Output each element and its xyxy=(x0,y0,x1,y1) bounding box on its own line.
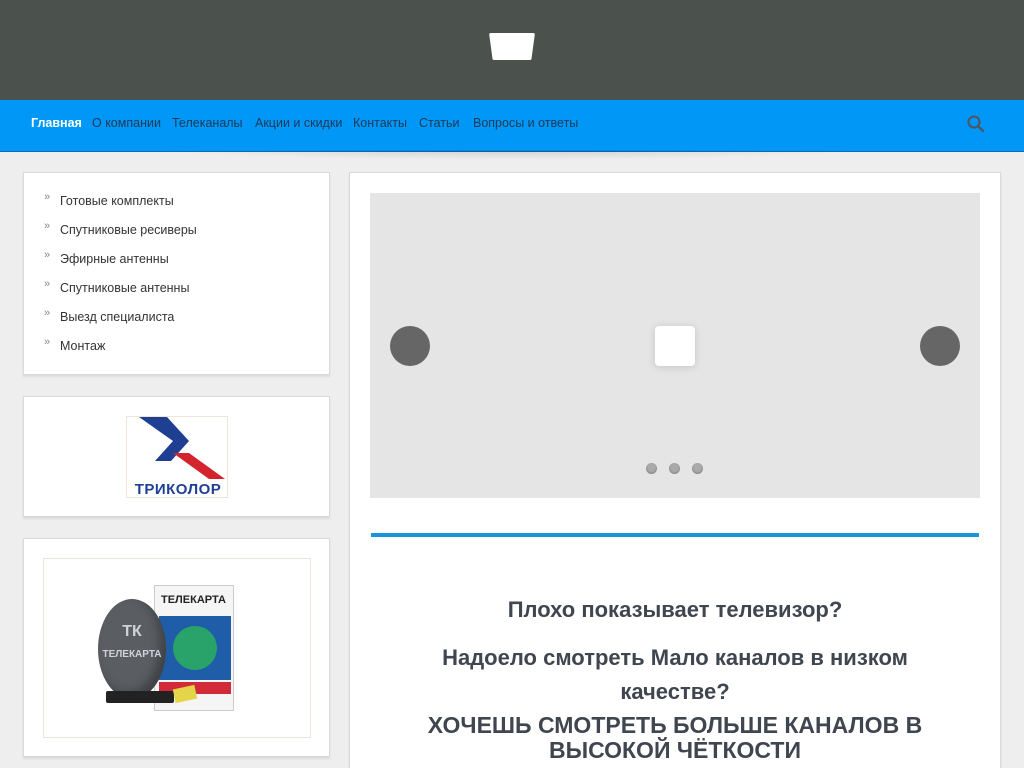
chevron-right-icon: » xyxy=(44,191,51,203)
content-heading-2: Надоело смотреть Мало каналов в низком к… xyxy=(442,645,908,704)
tricolor-logo-text: ТРИКОЛОР xyxy=(134,481,222,498)
search-icon[interactable] xyxy=(966,114,986,134)
chevron-right-icon: » xyxy=(44,278,51,290)
sidebar-menu: » Готовые комплекты » Спутниковые ресиверы… xyxy=(23,172,330,375)
nav-item-faq[interactable]: Вопросы и ответы xyxy=(473,116,578,130)
tricolor-banner[interactable]: ТРИКОЛОР xyxy=(23,396,330,517)
main-nav: Главная О компании Телеканалы Акции и ск… xyxy=(0,100,1024,152)
tricolor-logo: ТРИКОЛОР xyxy=(126,416,228,498)
section-divider xyxy=(371,533,979,537)
content-heading-1: Плохо показывает телевизор? xyxy=(507,597,843,622)
nav-item-channels[interactable]: Телеканалы xyxy=(172,116,243,130)
content-heading-3: ХОЧЕШЬ СМОТРЕТЬ БОЛЬШЕ КАНАЛОВ В ВЫСОКОЙ… xyxy=(427,712,923,763)
sidebar-item-antennas-air[interactable]: » Эфирные антенны xyxy=(44,249,169,266)
nav-item-promotions[interactable]: Акции и скидки xyxy=(255,116,342,130)
slider-next-button[interactable] xyxy=(920,326,960,366)
nav-item-about[interactable]: О компании xyxy=(92,116,161,130)
image-slider[interactable] xyxy=(370,193,980,498)
product-banner[interactable]: ТЕЛЕКАРТА ТК ТЕЛЕКАРТА xyxy=(23,538,330,757)
top-header xyxy=(0,0,1024,100)
slider-prev-button[interactable] xyxy=(390,326,430,366)
logo-icon[interactable] xyxy=(489,33,535,60)
sidebar-item-antennas-sat[interactable]: » Спутниковые антенны xyxy=(44,278,189,295)
sidebar-item-receivers[interactable]: » Спутниковые ресиверы xyxy=(44,220,197,237)
slider-dot-3[interactable] xyxy=(692,463,703,474)
nav-shadow xyxy=(160,150,860,160)
slider-dot-1[interactable] xyxy=(646,463,657,474)
product-image: ТЕЛЕКАРТА ТК ТЕЛЕКАРТА xyxy=(43,558,311,738)
slider-dot-2[interactable] xyxy=(669,463,680,474)
satellite-dish: ТК ТЕЛЕКАРТА xyxy=(98,599,166,699)
receiver xyxy=(106,691,174,703)
chevron-right-icon: » xyxy=(44,220,51,232)
nav-item-home[interactable]: Главная xyxy=(31,116,82,130)
nav-item-articles[interactable]: Статьи xyxy=(419,116,460,130)
sidebar-item-installation[interactable]: » Монтаж xyxy=(44,336,105,353)
chevron-right-icon: » xyxy=(44,307,51,319)
chevron-right-icon: » xyxy=(44,249,51,261)
nav-item-contacts[interactable]: Контакты xyxy=(353,116,407,130)
sidebar-item-specialist[interactable]: » Выезд специалиста xyxy=(44,307,174,324)
sidebar-item-kits[interactable]: » Готовые комплекты xyxy=(44,191,174,208)
chevron-right-icon: » xyxy=(44,336,51,348)
slider-loading-icon xyxy=(655,326,695,366)
